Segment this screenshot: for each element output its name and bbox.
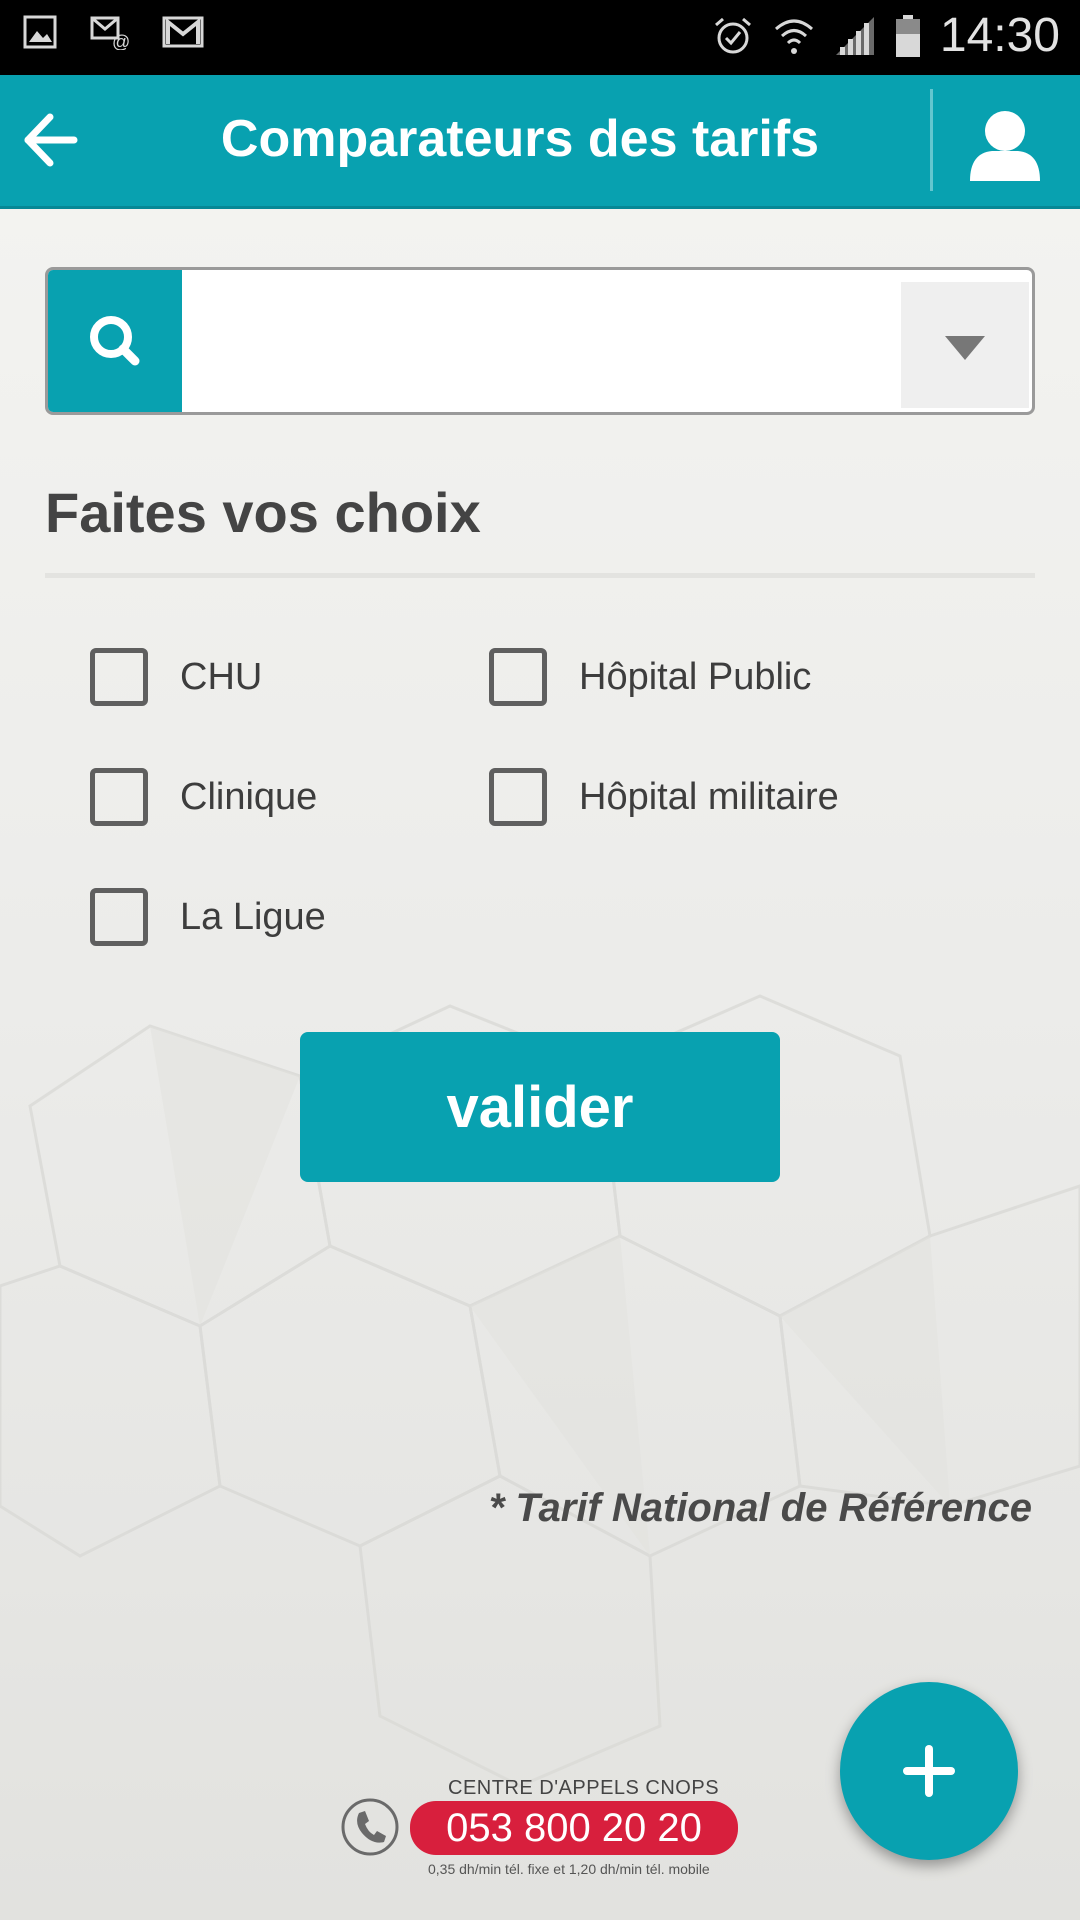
checkbox-label: Hôpital Public [579, 655, 812, 698]
svg-text:@: @ [112, 32, 130, 50]
search-button[interactable] [48, 270, 182, 412]
arrow-left-icon [24, 113, 78, 167]
phone-icon [341, 1798, 399, 1856]
search-input[interactable] [196, 284, 940, 400]
search-select [45, 267, 1035, 415]
alarm-icon [714, 17, 751, 53]
checkbox-hopital-public[interactable]: Hôpital Public [489, 648, 811, 706]
checkbox-label: La Ligue [180, 895, 326, 938]
checkbox-clinique[interactable]: Clinique [90, 768, 317, 826]
signal-icon [835, 16, 874, 55]
checkbox-la-ligue[interactable]: La Ligue [90, 888, 326, 946]
checkbox-box[interactable] [489, 768, 547, 826]
call-center-banner[interactable]: CENTRE D'APPELS CNOPS 053 800 20 20 0,35… [340, 1777, 740, 1897]
checkbox-box[interactable] [90, 648, 148, 706]
checkbox-chu[interactable]: CHU [90, 648, 262, 706]
checkbox-label: Clinique [180, 775, 318, 818]
section-divider [45, 573, 1035, 578]
reference-note: * Tarif National de Référence [488, 1486, 1032, 1530]
checkbox-label: CHU [180, 655, 263, 698]
mail-at-icon: @ [90, 16, 130, 50]
page-title: Comparateurs des tarifs [220, 110, 820, 168]
checkbox-label: Hôpital militaire [579, 775, 839, 818]
status-time: 14:30 [939, 9, 1060, 62]
status-bar: @ 14:30 [0, 0, 1080, 75]
checkbox-box[interactable] [90, 888, 148, 946]
back-button[interactable] [18, 105, 88, 175]
battery-icon [895, 14, 920, 57]
checkbox-box[interactable] [90, 768, 148, 826]
app-bar: Comparateurs des tarifs [0, 75, 1080, 209]
user-icon [970, 111, 1040, 181]
choices-title: Faites vos choix [45, 481, 481, 544]
plus-icon [903, 1745, 955, 1797]
validate-button[interactable]: valider [300, 1032, 780, 1182]
gmail-icon [162, 16, 204, 48]
wifi-icon [774, 19, 813, 54]
search-icon [90, 316, 140, 366]
call-center-rates: 0,35 dh/min tél. fixe et 1,20 dh/min tél… [428, 1861, 710, 1877]
add-fab-button[interactable] [840, 1682, 1018, 1860]
dropdown-toggle[interactable] [901, 282, 1029, 408]
checkbox-box[interactable] [489, 648, 547, 706]
app-bar-divider [930, 89, 933, 191]
profile-button[interactable] [960, 99, 1050, 189]
call-center-title: CENTRE D'APPELS CNOPS [448, 1777, 720, 1799]
gallery-icon [23, 15, 57, 49]
checkbox-hopital-militaire[interactable]: Hôpital militaire [489, 768, 839, 826]
triangle-down-icon [945, 336, 985, 360]
call-center-number: 053 800 20 20 [410, 1801, 738, 1855]
